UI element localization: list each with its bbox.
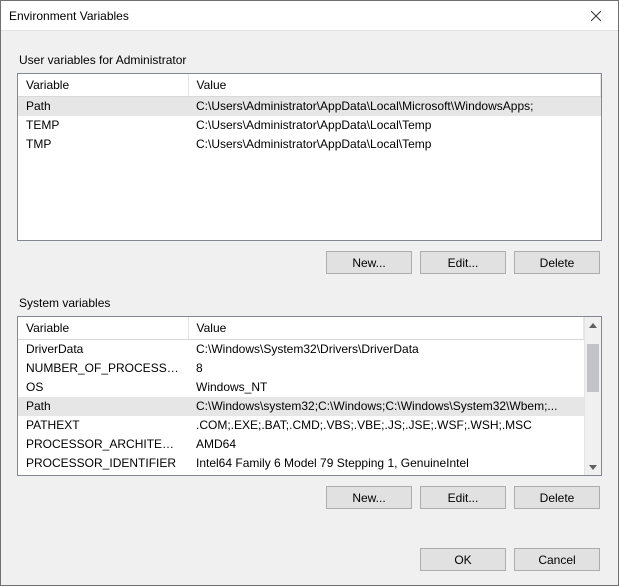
- system-row-value: Windows_NT: [188, 378, 584, 397]
- system-row-value: Intel64 Family 6 Model 79 Stepping 1, Ge…: [188, 454, 584, 473]
- system-row-variable: PROCESSOR_IDENTIFIER: [18, 454, 188, 473]
- close-icon: [591, 11, 601, 21]
- scroll-up-arrow-icon[interactable]: [585, 317, 601, 334]
- system-row-value: .COM;.EXE;.BAT;.CMD;.VBS;.VBE;.JS;.JSE;.…: [188, 416, 584, 435]
- system-delete-button[interactable]: Delete: [514, 486, 600, 509]
- system-table-row[interactable]: PATHEXT.COM;.EXE;.BAT;.CMD;.VBS;.VBE;.JS…: [18, 416, 584, 435]
- user-delete-button[interactable]: Delete: [514, 251, 600, 274]
- system-table-row[interactable]: PROCESSOR_IDENTIFIERIntel64 Family 6 Mod…: [18, 454, 584, 473]
- system-row-value: 8: [188, 359, 584, 378]
- user-row-value: C:\Users\Administrator\AppData\Local\Mic…: [188, 97, 601, 116]
- user-button-row: New... Edit... Delete: [17, 251, 602, 274]
- user-edit-button[interactable]: Edit...: [420, 251, 506, 274]
- user-col-value[interactable]: Value: [188, 74, 601, 97]
- system-variables-table[interactable]: Variable Value DriverDataC:\Windows\Syst…: [18, 317, 584, 473]
- window-title: Environment Variables: [9, 9, 573, 23]
- system-table-row[interactable]: DriverDataC:\Windows\System32\Drivers\Dr…: [18, 340, 584, 359]
- user-variables-table-container: Variable Value PathC:\Users\Administrato…: [17, 73, 602, 241]
- system-row-variable: NUMBER_OF_PROCESSORS: [18, 359, 188, 378]
- ok-button[interactable]: OK: [420, 548, 506, 571]
- system-row-value: C:\Windows\system32;C:\Windows;C:\Window…: [188, 397, 584, 416]
- env-variables-dialog: Environment Variables User variables for…: [0, 0, 619, 586]
- user-table-row[interactable]: TMPC:\Users\Administrator\AppData\Local\…: [18, 135, 601, 154]
- user-variables-label: User variables for Administrator: [19, 53, 602, 67]
- user-col-variable[interactable]: Variable: [18, 74, 188, 97]
- system-variables-group: System variables Variable Value DriverDa…: [17, 284, 602, 509]
- system-table-row[interactable]: NUMBER_OF_PROCESSORS8: [18, 359, 584, 378]
- system-table-row[interactable]: OSWindows_NT: [18, 378, 584, 397]
- scroll-track[interactable]: [585, 334, 601, 458]
- titlebar: Environment Variables: [1, 1, 618, 31]
- user-row-value: C:\Users\Administrator\AppData\Local\Tem…: [188, 116, 601, 135]
- dialog-footer: OK Cancel: [1, 538, 618, 585]
- user-row-variable: Path: [18, 97, 188, 116]
- system-row-variable: PROCESSOR_ARCHITECTURE: [18, 435, 188, 454]
- scroll-down-arrow-icon[interactable]: [585, 458, 601, 475]
- user-variables-group: User variables for Administrator Variabl…: [17, 41, 602, 274]
- system-scrollbar[interactable]: [584, 317, 601, 475]
- user-row-value: C:\Users\Administrator\AppData\Local\Tem…: [188, 135, 601, 154]
- system-variables-table-container: Variable Value DriverDataC:\Windows\Syst…: [17, 316, 602, 476]
- user-new-button[interactable]: New...: [326, 251, 412, 274]
- user-table-row[interactable]: PathC:\Users\Administrator\AppData\Local…: [18, 97, 601, 116]
- system-table-row[interactable]: PathC:\Windows\system32;C:\Windows;C:\Wi…: [18, 397, 584, 416]
- cancel-button[interactable]: Cancel: [514, 548, 600, 571]
- close-button[interactable]: [573, 1, 618, 31]
- system-edit-button[interactable]: Edit...: [420, 486, 506, 509]
- system-col-value[interactable]: Value: [188, 317, 584, 340]
- user-row-variable: TEMP: [18, 116, 188, 135]
- user-variables-table[interactable]: Variable Value PathC:\Users\Administrato…: [18, 74, 601, 154]
- system-row-variable: Path: [18, 397, 188, 416]
- system-button-row: New... Edit... Delete: [17, 486, 602, 509]
- system-table-row[interactable]: PROCESSOR_ARCHITECTUREAMD64: [18, 435, 584, 454]
- user-row-variable: TMP: [18, 135, 188, 154]
- scroll-thumb[interactable]: [587, 344, 599, 392]
- system-row-variable: DriverData: [18, 340, 188, 359]
- user-table-row[interactable]: TEMPC:\Users\Administrator\AppData\Local…: [18, 116, 601, 135]
- system-row-value: C:\Windows\System32\Drivers\DriverData: [188, 340, 584, 359]
- system-col-variable[interactable]: Variable: [18, 317, 188, 340]
- system-row-value: AMD64: [188, 435, 584, 454]
- dialog-content: User variables for Administrator Variabl…: [1, 31, 618, 538]
- system-variables-label: System variables: [19, 296, 602, 310]
- system-row-variable: PATHEXT: [18, 416, 188, 435]
- system-row-variable: OS: [18, 378, 188, 397]
- system-new-button[interactable]: New...: [326, 486, 412, 509]
